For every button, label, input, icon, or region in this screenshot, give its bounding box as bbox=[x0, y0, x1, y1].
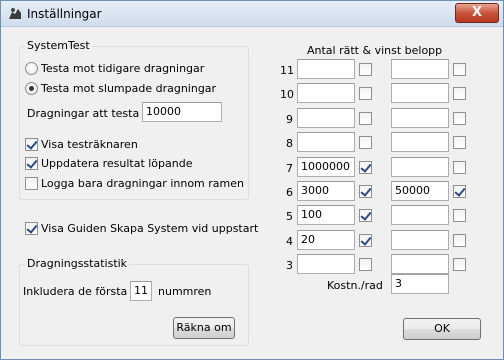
row-number-label: 10 bbox=[280, 88, 294, 101]
vinst-belopp-alt-checkbox[interactable] bbox=[453, 185, 466, 198]
vinst-belopp-checkbox[interactable] bbox=[359, 161, 372, 174]
radio-slumpade-label[interactable]: Testa mot slumpade dragningar bbox=[41, 82, 216, 95]
vinst-belopp-input[interactable] bbox=[297, 108, 355, 128]
vinst-belopp-alt-input[interactable]: 50000 bbox=[391, 181, 449, 201]
radio-tidigare-label[interactable]: Testa mot tidigare dragningar bbox=[41, 62, 204, 75]
vinst-belopp-input[interactable] bbox=[297, 254, 355, 274]
vinst-belopp-input[interactable] bbox=[297, 59, 355, 79]
vinst-belopp-checkbox[interactable] bbox=[359, 136, 372, 149]
settings-dialog: Inställningar X SystemTest Testa mot tid… bbox=[0, 0, 504, 360]
title-bar[interactable]: Inställningar X bbox=[1, 1, 503, 27]
row-number-label: 5 bbox=[286, 210, 293, 223]
ok-button[interactable]: OK bbox=[403, 318, 481, 340]
window-title: Inställningar bbox=[27, 7, 102, 21]
app-icon bbox=[9, 8, 21, 19]
vinst-belopp-input[interactable]: 20 bbox=[297, 230, 355, 250]
vinst-belopp-alt-checkbox[interactable] bbox=[453, 234, 466, 247]
vinst-belopp-checkbox[interactable] bbox=[359, 258, 372, 271]
vinst-belopp-alt-checkbox[interactable] bbox=[453, 161, 466, 174]
radio-tidigare-dragningar[interactable] bbox=[25, 62, 38, 75]
vinst-belopp-alt-checkbox[interactable] bbox=[453, 209, 466, 222]
vinst-belopp-alt-checkbox[interactable] bbox=[453, 112, 466, 125]
row-number-label: 9 bbox=[286, 113, 293, 126]
row-number-label: 11 bbox=[280, 64, 294, 77]
vinst-belopp-checkbox[interactable] bbox=[359, 112, 372, 125]
visa-guiden-label[interactable]: Visa Guiden Skapa System vid uppstart bbox=[41, 222, 258, 235]
vinst-belopp-alt-checkbox[interactable] bbox=[453, 63, 466, 76]
row-number-label: 6 bbox=[286, 186, 293, 199]
inkludera-label: Inkludera de första bbox=[23, 285, 128, 298]
vinst-belopp-alt-input[interactable] bbox=[391, 157, 449, 177]
vinst-belopp-checkbox[interactable] bbox=[359, 63, 372, 76]
vinst-belopp-checkbox[interactable] bbox=[359, 234, 372, 247]
vinst-belopp-input[interactable] bbox=[297, 132, 355, 152]
vinst-belopp-checkbox[interactable] bbox=[359, 185, 372, 198]
visa-testraknaren-label[interactable]: Visa testräknaren bbox=[41, 138, 138, 151]
vinst-belopp-input[interactable]: 100 bbox=[297, 205, 355, 225]
systemtest-group-title: SystemTest bbox=[25, 39, 92, 52]
close-button[interactable]: X bbox=[455, 3, 499, 23]
vinst-belopp-alt-input[interactable] bbox=[391, 205, 449, 225]
vinst-belopp-alt-input[interactable] bbox=[391, 108, 449, 128]
kostn-per-rad-input[interactable]: 3 bbox=[391, 274, 449, 294]
logga-bara-checkbox[interactable] bbox=[25, 177, 38, 190]
vinst-belopp-alt-input[interactable] bbox=[391, 59, 449, 79]
kostn-per-rad-label: Kostn./rad bbox=[327, 279, 383, 292]
visa-testraknaren-checkbox[interactable] bbox=[25, 138, 38, 151]
dragningar-att-testa-label: Dragningar att testa bbox=[27, 107, 140, 120]
belopp-title: Antal rätt & vinst belopp bbox=[307, 44, 443, 57]
vinst-belopp-alt-input[interactable] bbox=[391, 254, 449, 274]
dragningsstatistik-group-title: Dragningsstatistik bbox=[25, 257, 130, 270]
vinst-belopp-checkbox[interactable] bbox=[359, 87, 372, 100]
radio-slumpade-dragningar[interactable] bbox=[25, 82, 38, 95]
row-number-label: 8 bbox=[286, 137, 293, 150]
nummren-label: nummren bbox=[158, 285, 212, 298]
vinst-belopp-checkbox[interactable] bbox=[359, 209, 372, 222]
vinst-belopp-alt-input[interactable] bbox=[391, 132, 449, 152]
uppdatera-resultat-checkbox[interactable] bbox=[25, 157, 38, 170]
vinst-belopp-alt-checkbox[interactable] bbox=[453, 136, 466, 149]
vinst-belopp-alt-checkbox[interactable] bbox=[453, 87, 466, 100]
logga-bara-label[interactable]: Logga bara dragningar innom ramen bbox=[41, 177, 244, 190]
dragningar-att-testa-input[interactable]: 10000 bbox=[142, 102, 222, 122]
uppdatera-resultat-label[interactable]: Uppdatera resultat löpande bbox=[41, 157, 192, 170]
vinst-belopp-input[interactable]: 1000000 bbox=[297, 157, 355, 177]
visa-guiden-checkbox[interactable] bbox=[25, 222, 38, 235]
vinst-belopp-input[interactable]: 3000 bbox=[297, 181, 355, 201]
vinst-belopp-alt-input[interactable] bbox=[391, 83, 449, 103]
rakna-om-button[interactable]: Räkna om bbox=[173, 317, 235, 339]
row-number-label: 7 bbox=[286, 162, 293, 175]
vinst-belopp-alt-checkbox[interactable] bbox=[453, 258, 466, 271]
vinst-belopp-input[interactable] bbox=[297, 83, 355, 103]
vinst-belopp-alt-input[interactable] bbox=[391, 230, 449, 250]
row-number-label: 3 bbox=[286, 259, 293, 272]
row-number-label: 4 bbox=[286, 235, 293, 248]
inkludera-input[interactable]: 11 bbox=[130, 281, 152, 301]
